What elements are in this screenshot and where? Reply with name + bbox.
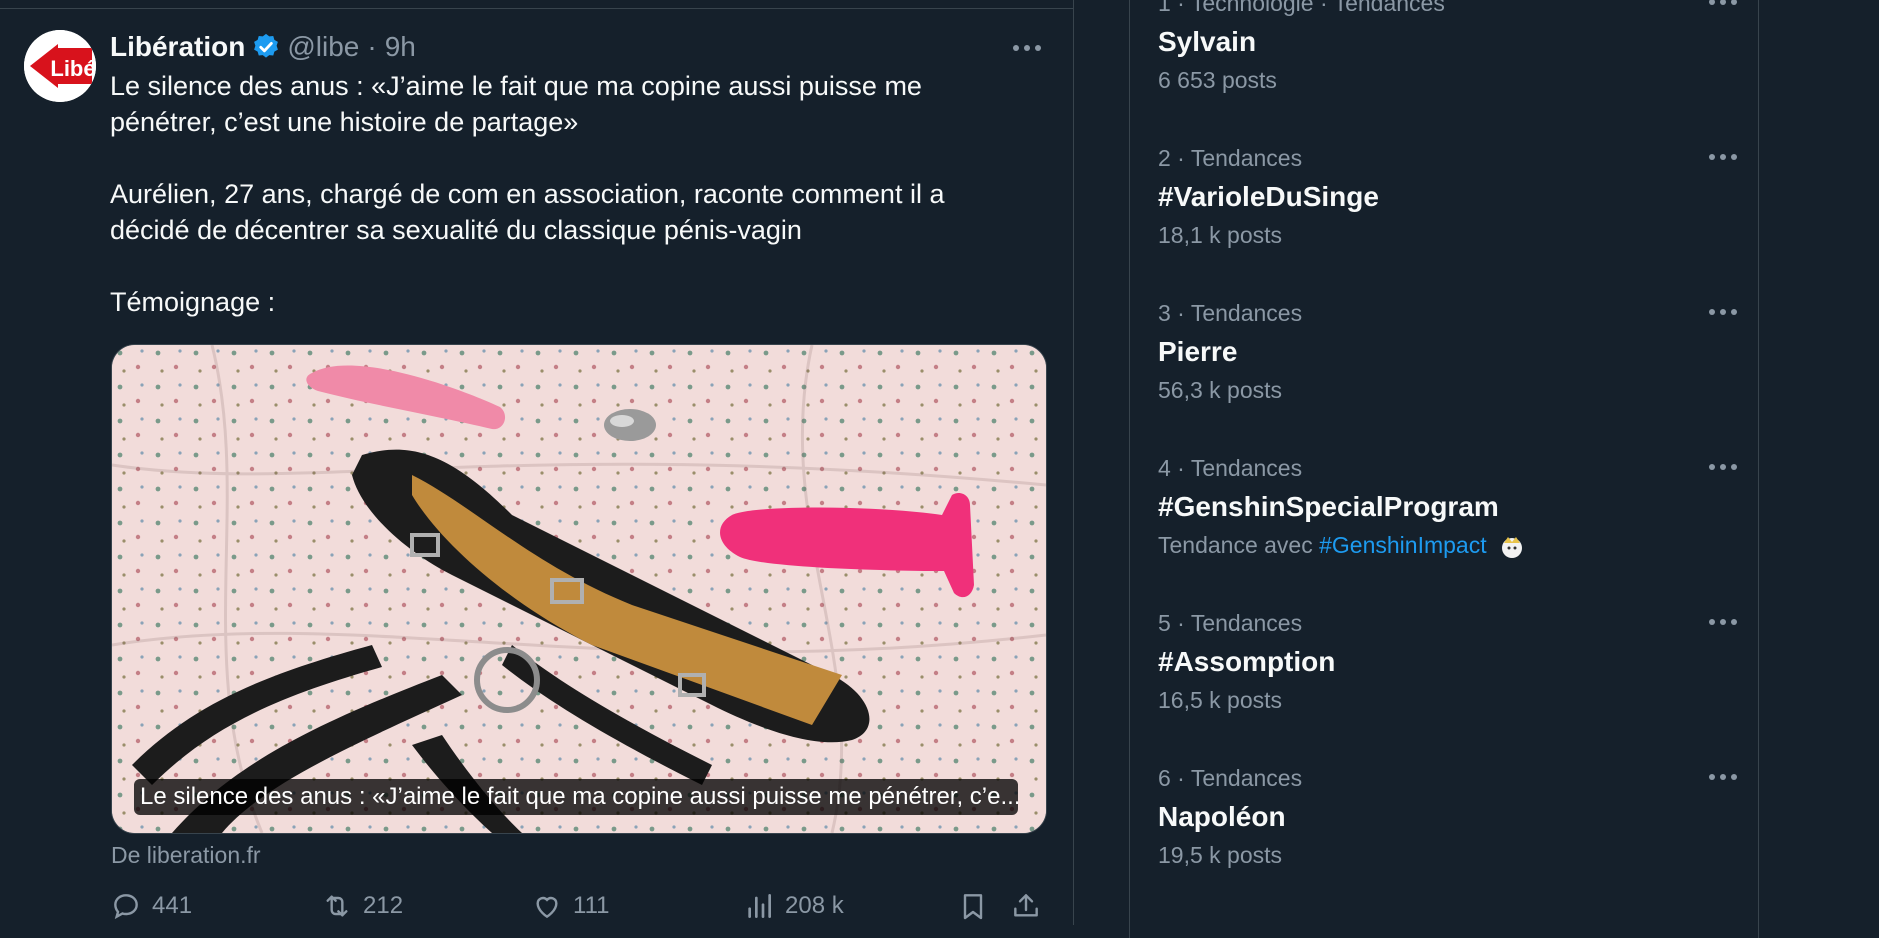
trend-name: #VarioleDuSinge — [1158, 181, 1379, 212]
timeline-column: Libé Libération @libe · 9h Le silence de… — [0, 0, 1074, 925]
link-source[interactable]: De liberation.fr — [111, 842, 261, 869]
trend-post-count: 18,1 k posts — [1158, 222, 1283, 248]
bookmark-button[interactable] — [957, 890, 989, 922]
trend-name: Napoléon — [1158, 801, 1286, 832]
trend-item[interactable]: 4 · Tendances #GenshinSpecialProgram Ten… — [1158, 453, 1738, 561]
related-hashtag-link[interactable]: #GenshinImpact — [1319, 532, 1486, 558]
trend-item[interactable]: 5 · Tendances #Assomption 16,5 k posts — [1158, 608, 1738, 716]
trend-item[interactable]: 2 · Tendances #VarioleDuSinge 18,1 k pos… — [1158, 143, 1738, 251]
tweet-media[interactable]: Le silence des anus : «J’aime le fait qu… — [111, 344, 1047, 834]
reply-button[interactable]: 441 — [110, 890, 192, 922]
media-caption: Le silence des anus : «J’aime le fait qu… — [134, 779, 1018, 815]
views-button[interactable]: 208 k — [743, 890, 844, 922]
like-button[interactable]: 111 — [531, 890, 609, 922]
trend-name: #GenshinSpecialProgram — [1158, 491, 1499, 522]
more-dots-icon[interactable] — [1708, 308, 1738, 316]
trend-meta: 2 · Tendances — [1158, 145, 1303, 171]
trends-panel: 1 · Technologie · Tendances Sylvain 6 65… — [1129, 0, 1759, 938]
trend-post-count: 56,3 k posts — [1158, 377, 1283, 403]
trend-meta: 3 · Tendances — [1158, 300, 1303, 326]
tweet-text: Le silence des anus : «J’aime le fait qu… — [110, 71, 945, 317]
heart-icon — [536, 896, 558, 919]
tweet-time[interactable]: 9h — [385, 31, 416, 63]
more-dots-icon[interactable] — [1708, 618, 1738, 626]
verified-badge-icon — [254, 33, 279, 58]
more-dots-icon[interactable] — [1708, 463, 1738, 471]
more-dots-icon[interactable] — [1708, 0, 1738, 6]
tweet-actions: 441 212 111 208 k — [110, 890, 1045, 930]
more-dots-icon[interactable] — [1708, 153, 1738, 161]
trend-name: Sylvain — [1158, 26, 1257, 57]
divider — [0, 8, 1074, 9]
trend-name: #Assomption — [1158, 646, 1336, 677]
author-handle[interactable]: @libe — [287, 31, 359, 63]
trend-with-label: Tendance avec — [1158, 532, 1313, 558]
more-dots-icon[interactable] — [1708, 773, 1738, 781]
author-avatar[interactable]: Libé — [24, 30, 96, 102]
trend-post-count: 16,5 k posts — [1158, 687, 1283, 713]
reply-icon — [114, 894, 138, 920]
genshin-emoji-icon — [1502, 536, 1522, 558]
trend-name: Pierre — [1158, 336, 1238, 367]
media-image — [112, 345, 1046, 833]
like-count: 111 — [573, 892, 610, 919]
share-icon — [1014, 894, 1038, 917]
trend-item[interactable]: 1 · Technologie · Tendances Sylvain 6 65… — [1158, 0, 1738, 96]
retweet-count: 212 — [363, 892, 404, 919]
trend-meta: 5 · Tendances — [1158, 610, 1303, 636]
share-button[interactable] — [1010, 890, 1042, 922]
bookmark-icon — [963, 894, 983, 920]
liberation-logo-icon: Libé — [24, 30, 96, 102]
more-dots-icon[interactable] — [1012, 44, 1042, 52]
tweet-header: Libération @libe · 9h — [110, 30, 416, 64]
retweet-button[interactable]: 212 — [321, 890, 403, 922]
trend-with: Tendance avec #GenshinImpact — [1158, 529, 1738, 561]
trend-post-count: 6 653 posts — [1158, 67, 1277, 93]
views-chart-icon — [748, 894, 771, 918]
author-name[interactable]: Libération — [110, 31, 245, 63]
separator: · — [367, 31, 377, 62]
trend-post-count: 19,5 k posts — [1158, 842, 1283, 868]
trend-item[interactable]: 6 · Tendances Napoléon 19,5 k posts — [1158, 763, 1738, 871]
trend-meta: 4 · Tendances — [1158, 455, 1303, 481]
reply-count: 441 — [152, 892, 193, 919]
views-count: 208 k — [785, 892, 844, 919]
trend-item[interactable]: 3 · Tendances Pierre 56,3 k posts — [1158, 298, 1738, 406]
trend-meta: 1 · Technologie · Tendances — [1158, 0, 1445, 16]
avatar-logo-text: Libé — [50, 56, 95, 81]
trend-meta: 6 · Tendances — [1158, 765, 1303, 791]
retweet-icon — [326, 895, 348, 917]
